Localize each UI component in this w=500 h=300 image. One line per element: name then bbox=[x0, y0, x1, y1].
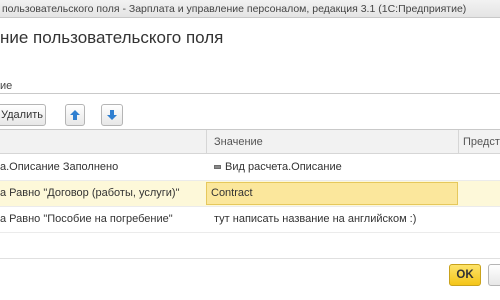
attribute-icon bbox=[214, 165, 221, 170]
field-divider bbox=[0, 93, 500, 94]
table-row[interactable]: а Равно "Пособие на погребение" тут напи… bbox=[0, 207, 500, 233]
secondary-button[interactable] bbox=[488, 264, 500, 286]
value-cell[interactable]: тут написать название на английском :) bbox=[214, 207, 416, 233]
column-separator bbox=[206, 130, 207, 154]
column-separator bbox=[458, 130, 459, 154]
table-row-selected[interactable]: а Равно "Договор (работы, услуги)" Contr… bbox=[0, 181, 500, 207]
conditions-table: Значение Предст а.Описание Заполнено Вид… bbox=[0, 129, 500, 259]
table-header: Значение Предст bbox=[0, 130, 500, 154]
column-header-value[interactable]: Значение bbox=[214, 130, 263, 154]
condition-cell: а Равно "Договор (работы, услуги)" bbox=[0, 187, 180, 199]
move-down-button[interactable] bbox=[101, 104, 123, 126]
window-title-bar: пользовательского поля - Зарплата и упра… bbox=[0, 0, 500, 18]
move-up-button[interactable] bbox=[65, 104, 85, 126]
condition-cell: а Равно "Пособие на погребение" bbox=[0, 213, 173, 225]
table-row[interactable]: а.Описание Заполнено Вид расчета.Описани… bbox=[0, 155, 500, 181]
arrow-up-icon bbox=[70, 110, 80, 120]
value-edit-field[interactable]: Contract bbox=[206, 182, 458, 205]
footer-divider bbox=[0, 258, 500, 259]
delete-button[interactable]: Удалить bbox=[0, 104, 46, 126]
ok-button[interactable]: OK bbox=[449, 264, 481, 286]
value-cell[interactable]: Вид расчета.Описание bbox=[214, 155, 342, 181]
value-text: Вид расчета.Описание bbox=[225, 161, 342, 173]
condition-cell: а.Описание Заполнено bbox=[0, 161, 119, 173]
delete-button-label: Удалить bbox=[1, 109, 43, 121]
dialog-heading: ние пользовательского поля bbox=[0, 28, 224, 47]
field-label: ие bbox=[0, 80, 13, 92]
arrow-down-icon bbox=[107, 110, 117, 120]
window-title: пользовательского поля - Зарплата и упра… bbox=[2, 3, 467, 15]
column-header-presentation[interactable]: Предст bbox=[463, 130, 500, 154]
